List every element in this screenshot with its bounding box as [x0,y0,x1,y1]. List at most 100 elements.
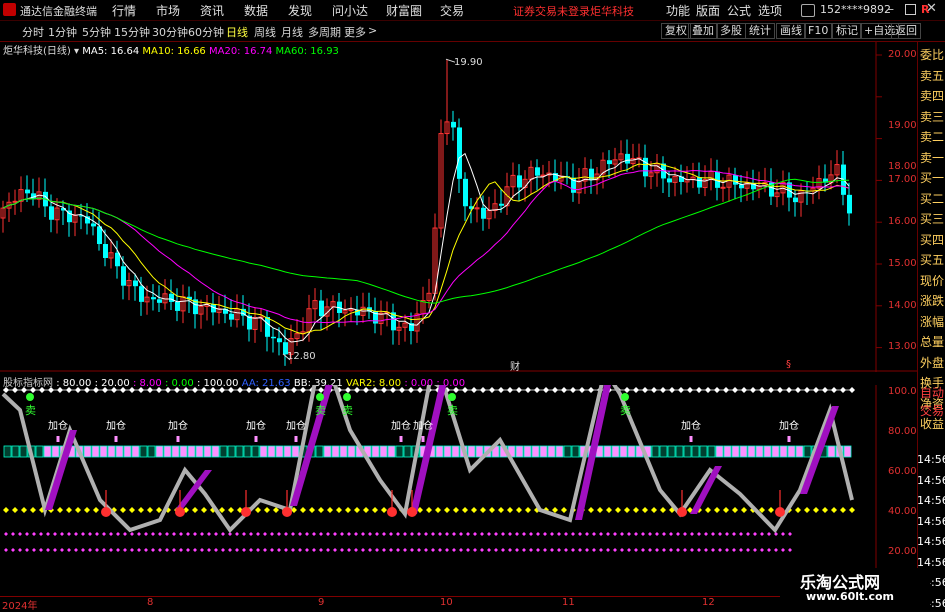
tab-daily[interactable]: 日线 [226,24,248,40]
level-8-marker [788,532,792,536]
level-0-marker [263,548,267,552]
menu-wenxiaoda[interactable]: 问小达 [332,2,368,19]
level-0-marker [515,548,519,552]
level-20-marker [138,507,144,513]
f10-button[interactable]: F10 [804,23,833,39]
band-cell [235,445,244,458]
band-cell [339,445,348,458]
level-0-marker [620,548,624,552]
level-8-marker [263,532,267,536]
auto-trade-label[interactable]: 自动 [920,384,944,401]
level-80-marker [255,387,261,393]
menu-shichang[interactable]: 市场 [156,2,180,19]
auto-trade-label[interactable]: 交易 [920,402,944,419]
band-cell [403,445,412,458]
message-icon[interactable] [801,4,815,17]
band-cell [275,445,284,458]
band-cell [451,445,460,458]
level-0-marker [368,548,372,552]
level-0-marker [151,548,155,552]
menu-xuanxiang[interactable]: 选项 [758,2,782,19]
menu-faxian[interactable]: 发现 [288,2,312,19]
price-tick: 15.00 [888,258,917,269]
back-button[interactable]: 返回 [891,23,921,39]
statistics-button[interactable]: 统计 [745,23,775,39]
tab-5min[interactable]: 5分钟 [82,24,111,40]
candle-body-down [463,178,468,207]
level-80-marker [669,387,675,393]
chevron-right-icon[interactable]: > [368,24,377,37]
level-20-marker [660,507,666,513]
menu-jiaoyi[interactable]: 交易 [440,2,464,19]
candle-body-down [121,266,126,286]
level-0-marker [550,548,554,552]
user-account[interactable]: 152****9892 [820,3,891,16]
level-8-marker [18,532,22,536]
band-cell [51,445,60,458]
level-20-marker [372,507,378,513]
level-0-marker [4,548,8,552]
menu-banmian[interactable]: 版面 [696,2,720,19]
level-0-marker [557,548,561,552]
band-cell [19,445,28,458]
level-8-marker [53,532,57,536]
level-8-marker [760,532,764,536]
band-cell [251,445,260,458]
tab-fenshi[interactable]: 分时 [22,24,44,40]
level-8-marker [648,532,652,536]
level-80-marker [129,387,135,393]
tab-1min[interactable]: 1分钟 [48,24,77,40]
level-20-marker [84,507,90,513]
level-20-marker [192,507,198,513]
level-8-marker [298,532,302,536]
kline-chart[interactable] [0,42,917,372]
quote-field-label: 买五 [920,253,945,267]
level-0-marker [389,548,393,552]
maximize-icon[interactable] [905,4,916,15]
level-20-marker [489,507,495,513]
level-8-marker [718,532,722,536]
candle-body-down [265,316,270,337]
event-marker[interactable]: § [786,359,791,370]
menu-zixun[interactable]: 资讯 [200,2,224,19]
menu-gongneng[interactable]: 功能 [666,2,690,19]
level-0-marker [158,548,162,552]
menu-hangqing[interactable]: 行情 [112,2,136,19]
candle-body-down [481,207,486,219]
menu-gongshi[interactable]: 公式 [727,2,751,19]
menu-caifuquan[interactable]: 财富圈 [386,2,422,19]
financial-report-marker[interactable]: 财 [510,358,520,373]
multi-stock-button[interactable]: 多股 [716,23,746,39]
tab-more[interactable]: 更多 [344,24,366,40]
level-80-marker [489,387,495,393]
date-tick: 9 [318,597,325,608]
overlay-button[interactable]: 叠加 [688,23,718,39]
trade-login-warning[interactable]: 证券交易未登录 [513,3,590,19]
level-8-marker [403,532,407,536]
tab-15min[interactable]: 15分钟 [114,24,150,40]
tab-monthly[interactable]: 月线 [281,24,303,40]
minimize-icon[interactable]: – [888,2,894,16]
menu-shuju[interactable]: 数据 [244,2,268,19]
mark-button[interactable]: 标记 [832,23,862,39]
tab-multi-period[interactable]: 多周期 [308,24,341,40]
level-8-marker [452,532,456,536]
band-cell [35,445,44,458]
band-cell [779,445,788,458]
level-20-marker [498,507,504,513]
level-8-marker [431,532,435,536]
level-0-marker [256,548,260,552]
restore-rights-button[interactable]: 复权 [661,23,691,39]
level-0-marker [732,548,736,552]
tab-weekly[interactable]: 周线 [254,24,276,40]
sell-signal-icon [26,393,34,401]
band-cell [331,445,340,458]
level-20-marker [606,507,612,513]
level-20-marker [561,507,567,513]
level-80-marker [570,387,576,393]
tab-60min[interactable]: 60分钟 [188,24,224,40]
tab-30min[interactable]: 30分钟 [152,24,188,40]
level-0-marker [718,548,722,552]
date-tick: 12 [702,597,715,608]
draw-line-button[interactable]: 画线 [776,23,806,39]
